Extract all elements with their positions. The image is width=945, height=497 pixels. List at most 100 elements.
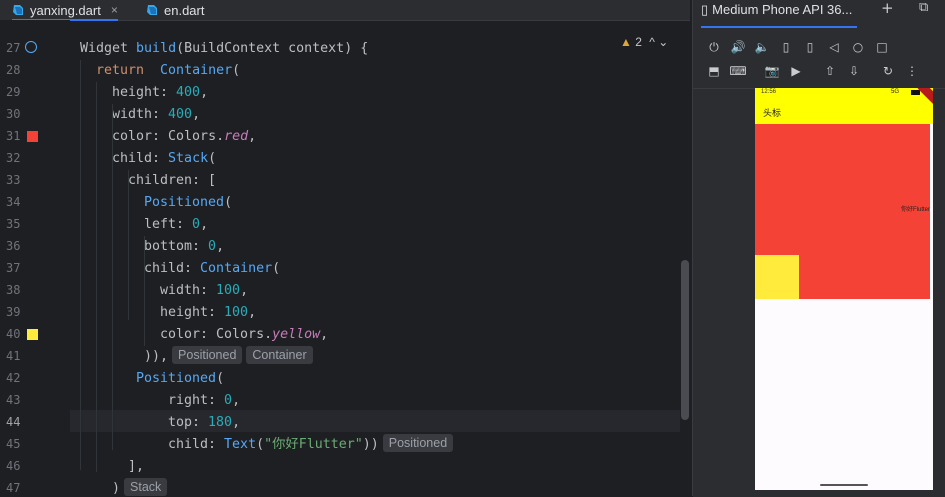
code-token: left: [144, 217, 193, 232]
code-token: 180 [208, 415, 233, 430]
code-line[interactable]: Widget build(BuildContext context) { [80, 38, 368, 60]
indent-guide [96, 82, 97, 472]
emulator-control-button[interactable]: ⌨ [729, 62, 747, 80]
home-indicator[interactable] [820, 484, 868, 486]
emulator-control-button[interactable]: □ [873, 38, 891, 56]
indent-guide [144, 236, 145, 346]
emulator-control-button[interactable]: 📷 [763, 62, 781, 80]
code-line[interactable]: width: 400, [112, 104, 200, 126]
emulator-control-button[interactable]: 🔊 [729, 38, 747, 56]
code-line[interactable]: bottom: 0, [144, 236, 224, 258]
code-token: "你好Flutter" [264, 437, 363, 452]
editor-tab-bar: yanxing.dart × en.dart [0, 0, 690, 21]
code-token: Positioned [144, 195, 225, 210]
code-token: Positioned [136, 371, 217, 386]
tab-en-dart[interactable]: en.dart [146, 0, 204, 20]
warning-nav-arrows[interactable]: ^ ⌄ [649, 35, 668, 49]
code-line[interactable]: top: 180, [168, 412, 240, 434]
emulator-control-button[interactable]: ⋮ [903, 62, 921, 80]
line-number: 45 [6, 437, 21, 451]
color-swatch-red[interactable] [27, 131, 38, 142]
code-token: , [232, 393, 241, 408]
code-line[interactable]: color: Colors.red, [112, 126, 256, 148]
tab-label: en.dart [164, 2, 205, 18]
code-line[interactable]: Positioned( [144, 192, 232, 214]
emulator-control-button[interactable]: 🔈 [753, 38, 771, 56]
inlay-hint: Stack [124, 478, 168, 496]
add-device-button[interactable]: + [881, 0, 894, 17]
code-token: right: [168, 393, 225, 408]
code-area[interactable]: Widget build(BuildContext context) {retu… [70, 20, 680, 496]
editor-scrollbar[interactable] [681, 260, 689, 420]
emulator-control-button[interactable]: ↻ [879, 62, 897, 80]
line-number: 29 [6, 85, 21, 99]
line-number: 33 [6, 173, 21, 187]
code-line[interactable]: )), Positioned Container [144, 346, 313, 368]
line-number: 28 [6, 63, 21, 77]
emulator-control-button[interactable]: ○ [849, 38, 867, 56]
code-token: color: Colors. [160, 327, 273, 342]
color-swatch-yellow[interactable] [27, 329, 38, 340]
emulator-control-button[interactable]: ▯ [801, 38, 819, 56]
code-line[interactable]: child: Container( [144, 258, 280, 280]
phone-screen[interactable]: 12:56 5G 头标 你好Flutter [755, 88, 933, 490]
warning-indicator[interactable]: ▲ 2 ^ ⌄ [620, 35, 668, 49]
code-line[interactable]: color: Colors.yellow, [160, 324, 328, 346]
code-token: height: [160, 305, 225, 320]
code-token: , [232, 415, 241, 430]
code-line[interactable]: height: 400, [112, 82, 208, 104]
code-token: 400 [168, 107, 193, 122]
positioned-text: 你好Flutter [900, 207, 930, 213]
code-token: (BuildContext context) { [176, 41, 369, 56]
emulator-title: Medium Phone API 36... [712, 2, 853, 17]
device-icon: ▯ [701, 2, 709, 17]
emulator-control-button[interactable]: ⏻ [705, 38, 723, 56]
line-number: 43 [6, 393, 21, 407]
code-token: 0 [224, 393, 233, 408]
code-token: width: [112, 107, 169, 122]
code-token: Text [224, 437, 257, 452]
indent-guide [112, 104, 113, 450]
emulator-control-button[interactable]: ◁ [825, 38, 843, 56]
code-token: , [248, 305, 257, 320]
emulator-control-button[interactable]: ⬒ [705, 62, 723, 80]
code-line[interactable]: child: Text("你好Flutter")) Positioned [168, 434, 454, 456]
code-line[interactable]: left: 0, [144, 214, 208, 236]
code-line[interactable]: right: 0, [168, 390, 240, 412]
emulator-control-button[interactable]: ⇩ [845, 62, 863, 80]
tab-yanxing-dart[interactable]: yanxing.dart × [12, 0, 118, 21]
code-line[interactable]: child: Stack( [112, 148, 216, 170]
line-number: 39 [6, 305, 21, 319]
external-window-icon[interactable]: ⧉ [919, 0, 928, 15]
line-number: 32 [6, 151, 21, 165]
code-line[interactable]: return Container( [96, 60, 240, 82]
emulator-tab[interactable]: ▯ Medium Phone API 36... [701, 0, 858, 28]
emulator-control-button[interactable]: ⇧ [821, 62, 839, 80]
code-token: children: [ [128, 173, 217, 188]
code-line[interactable]: width: 100, [160, 280, 248, 302]
emulator-control-button[interactable]: ▶ [787, 62, 805, 80]
emulator-control-button[interactable]: ▯ [777, 38, 795, 56]
code-token: red [224, 129, 249, 144]
code-token: build [136, 41, 177, 56]
code-line[interactable]: height: 100, [160, 302, 256, 324]
line-number-gutter: 27 28 29 30 31 32 33 34 35 36 37 38 39 40 41 42 43 44 45 46… [0, 20, 70, 496]
code-line[interactable]: children: [ [128, 170, 216, 192]
code-token: , [216, 239, 225, 254]
inlay-hint: Container [246, 346, 313, 364]
code-token: , [200, 217, 209, 232]
line-number: 38 [6, 283, 21, 297]
close-icon[interactable]: × [111, 3, 118, 17]
code-token: )) [362, 437, 379, 452]
override-method-icon[interactable] [25, 41, 37, 53]
code-token: ( [256, 437, 265, 452]
code-line[interactable]: ) Stack [112, 478, 168, 496]
code-token: , [248, 129, 257, 144]
code-token: 0 [208, 239, 217, 254]
code-token: bottom: [144, 239, 209, 254]
code-line[interactable]: ], [128, 456, 144, 478]
code-token: Container [160, 63, 233, 78]
code-token: , [320, 327, 329, 342]
code-line[interactable]: Positioned( [136, 368, 224, 390]
dart-file-icon [146, 4, 158, 16]
